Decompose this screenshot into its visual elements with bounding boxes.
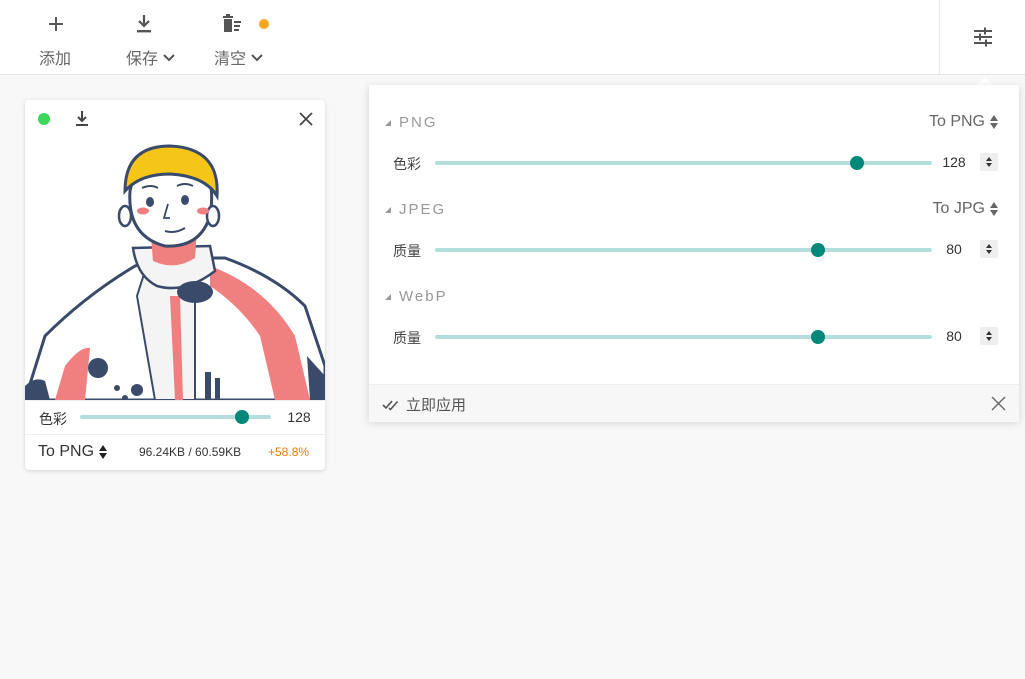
download-icon[interactable]: [72, 109, 92, 129]
format-label: To PNG: [38, 443, 95, 460]
double-check-icon: [382, 399, 399, 411]
webp-quality-value: 80: [946, 328, 962, 344]
sort-arrows-icon: [986, 244, 992, 254]
jpeg-quality-slider[interactable]: [435, 248, 932, 252]
image-card: 色彩 128 To PNG 96.24KB / 60.59KB +58.8%: [25, 100, 325, 470]
png-color-slider-thumb[interactable]: [850, 156, 865, 170]
chevron-down-icon: [163, 54, 175, 62]
jpeg-quality-value: 80: [946, 241, 962, 257]
clear-button[interactable]: 清空: [208, 0, 278, 74]
sort-arrows-icon: [99, 445, 108, 459]
apply-button[interactable]: 立即应用: [382, 394, 466, 415]
jpeg-format-value: To JPG: [932, 200, 985, 217]
panel-footer: 立即应用: [369, 384, 1019, 422]
jpeg-quality-slider-thumb[interactable]: [810, 243, 825, 257]
sort-arrows-icon: [986, 331, 992, 341]
settings-button[interactable]: [939, 0, 1025, 74]
sort-arrows-icon: [990, 202, 998, 216]
format-select[interactable]: To PNG: [38, 443, 108, 461]
webp-quality-slider[interactable]: [435, 335, 932, 339]
card-slider-value: 128: [287, 409, 311, 425]
jpeg-section-header: JPEG: [385, 201, 446, 218]
save-button[interactable]: 保存: [120, 0, 190, 74]
jpeg-section-title: JPEG: [399, 201, 447, 218]
collapse-triangle-icon: [385, 119, 391, 126]
png-format-select[interactable]: To PNG: [929, 113, 999, 131]
webp-section-header: WebP: [385, 288, 448, 305]
clear-list-icon: [223, 14, 241, 32]
png-format-value: To PNG: [928, 113, 985, 130]
file-sizes: 96.24KB / 60.59KB: [139, 445, 242, 459]
download-icon: [137, 15, 151, 33]
status-dot: [38, 113, 50, 125]
clear-label: 清空: [214, 51, 247, 68]
apply-label: 立即应用: [406, 397, 467, 414]
jpeg-quality-spinner[interactable]: [980, 240, 998, 258]
png-section-header: PNG: [385, 114, 438, 131]
webp-quality-slider-thumb[interactable]: [810, 330, 825, 344]
card-footer: To PNG 96.24KB / 60.59KB +58.8%: [25, 434, 325, 470]
png-color-label: 色彩: [393, 156, 421, 172]
add-label: 添加: [39, 51, 72, 68]
plus-icon: [49, 17, 63, 31]
close-icon[interactable]: [297, 110, 315, 128]
chevron-down-icon: [251, 54, 263, 62]
notification-badge: [259, 19, 269, 29]
png-color-spinner[interactable]: [980, 153, 998, 171]
card-slider-label: 色彩: [39, 411, 67, 427]
size-change: +58.8%: [268, 445, 310, 459]
sort-arrows-icon: [986, 157, 992, 167]
png-color-value: 128: [942, 154, 966, 170]
save-label: 保存: [126, 51, 159, 68]
card-slider-row: 色彩 128: [25, 400, 325, 435]
jpeg-quality-label: 质量: [393, 243, 421, 259]
sliders-icon: [974, 27, 992, 47]
image-preview: [25, 144, 325, 400]
sort-arrows-icon: [990, 115, 998, 129]
close-icon[interactable]: [990, 395, 1007, 412]
jpeg-format-select[interactable]: To JPG: [933, 200, 999, 218]
collapse-triangle-icon: [385, 206, 391, 213]
settings-panel: PNG To PNG 色彩 128 JPEG To JPG 质量 80 WebP…: [369, 85, 1019, 422]
add-button[interactable]: 添加: [30, 0, 82, 74]
webp-quality-label: 质量: [393, 330, 421, 346]
collapse-triangle-icon: [385, 293, 391, 300]
panel-arrow: [977, 77, 993, 85]
card-slider-thumb[interactable]: [235, 410, 250, 424]
toolbar: 添加 保存 清空: [0, 0, 1025, 75]
webp-quality-spinner[interactable]: [980, 327, 998, 345]
webp-section-title: WebP: [399, 288, 448, 305]
png-section-title: PNG: [399, 114, 438, 131]
